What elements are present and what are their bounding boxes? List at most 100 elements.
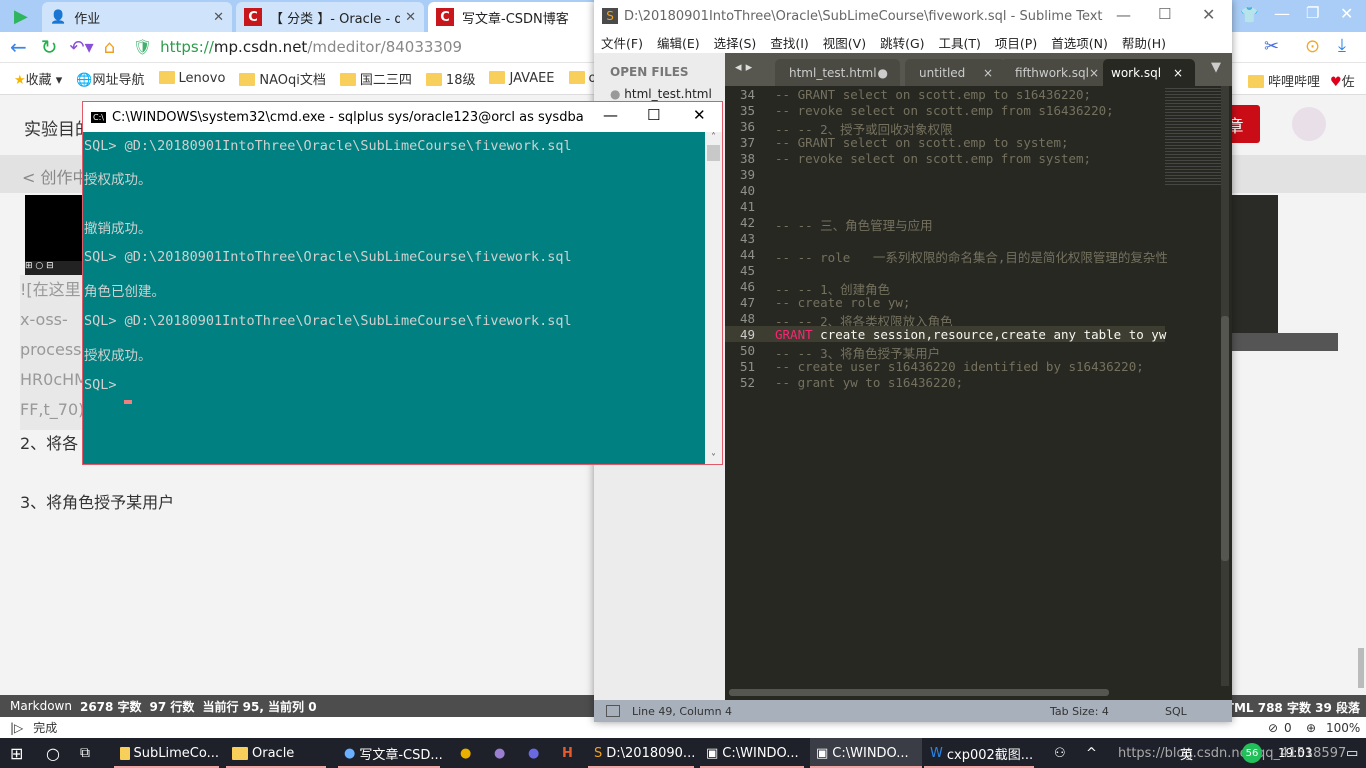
chevron-up-icon[interactable]: ^ — [1080, 738, 1097, 768]
editor-tab[interactable]: html_test.html ● — [775, 59, 900, 86]
menu-item[interactable]: 视图(V) — [823, 33, 866, 52]
menu-item[interactable]: 文件(F) — [601, 33, 643, 52]
taskbar-item[interactable]: SubLimeCo... — [114, 738, 219, 768]
start-button[interactable]: ⊞ — [4, 738, 23, 768]
console-line: SQL> — [84, 377, 125, 393]
sidebar-toggle-icon[interactable]: |▷ — [10, 721, 23, 735]
search-icon[interactable]: ○ — [40, 738, 60, 768]
close-button[interactable]: ✕ — [1202, 5, 1215, 24]
tab-homework[interactable]: 👤 作业 ✕ — [42, 2, 232, 32]
taskbar-item[interactable]: ● 写文章-CSD... — [338, 738, 443, 768]
editor-tab-active[interactable]: work.sql × — [1103, 59, 1195, 86]
bookmark-folder[interactable]: 国二三四 — [339, 69, 412, 88]
adblock-icon[interactable]: ⊘ — [1268, 721, 1278, 735]
tab-oracle[interactable]: C 【 分类 】- Oracle - qq ✕ — [236, 2, 424, 32]
tab-write-article[interactable]: C 写文章-CSDN博客 — [428, 2, 598, 32]
more-icon[interactable]: ⊙ — [1305, 36, 1320, 57]
code-editor[interactable]: 34 -- GRANT select on scott.emp to s16436… — [725, 86, 1232, 700]
menu-item[interactable]: 帮助(H) — [1122, 33, 1166, 52]
vertical-scrollbar[interactable]: ˄ ˅ — [705, 132, 722, 464]
refresh-icon[interactable]: ↻ — [41, 35, 58, 59]
open-file-item[interactable]: ● html_test.html — [610, 87, 712, 101]
chrome-icon[interactable]: ● — [454, 738, 471, 768]
bookmark-bilibili[interactable]: 哔哩哔哩 — [1248, 71, 1320, 90]
panel-toggle-icon[interactable] — [606, 705, 620, 717]
minimize-button[interactable]: — — [603, 106, 618, 124]
tab-size[interactable]: Tab Size: 4 — [1050, 705, 1109, 718]
eclipse-icon[interactable]: ● — [522, 738, 539, 768]
console-line: 角色已创建。 — [84, 284, 165, 300]
notification-icon[interactable]: ▭ — [1340, 738, 1358, 768]
undo-icon[interactable]: ↶▾ — [70, 37, 94, 58]
browser-logo-icon[interactable]: ▶ — [14, 6, 36, 27]
minimap[interactable] — [1165, 86, 1225, 186]
content-line: HR0cHM — [20, 370, 88, 389]
menu-item[interactable]: 项目(P) — [995, 33, 1037, 52]
user-icon: 👤 — [50, 9, 67, 25]
maximize-button[interactable]: ☐ — [1158, 5, 1171, 23]
avatar[interactable] — [1292, 107, 1326, 141]
maximize-button[interactable]: ☐ — [647, 106, 660, 124]
line-number: 52 — [739, 375, 755, 390]
vertical-scrollbar[interactable] — [1221, 86, 1229, 686]
bookmark-nav[interactable]: 🌐网址导航 — [76, 69, 144, 88]
url-field[interactable]: 🛡 https://mp.csdn.net/mdeditor/84033309 — [133, 38, 462, 56]
console-output[interactable]: SQL> @D:\20180901IntoThree\Oracle\SubLim… — [83, 132, 706, 464]
bookmark-folder[interactable]: JAVAEE — [489, 71, 555, 86]
editor-tab[interactable]: fifthwork.sql × — [1001, 59, 1111, 86]
menu-item[interactable]: 选择(S) — [714, 33, 757, 52]
close-icon[interactable]: ✕ — [405, 10, 416, 25]
bookmark-folder[interactable]: NAOqi文档 — [239, 69, 326, 88]
menu-item[interactable]: 工具(T) — [939, 33, 981, 52]
close-icon[interactable]: × — [983, 66, 993, 80]
bookmark-folder[interactable]: Lenovo — [158, 71, 225, 86]
home-icon[interactable]: ⌂ — [104, 37, 115, 58]
taskbar-item[interactable]: Oracle — [226, 738, 326, 768]
close-icon[interactable]: ✕ — [213, 10, 224, 25]
close-window-button[interactable]: ✕ — [1340, 4, 1353, 23]
taskbar-item[interactable]: S D:\2018090... — [588, 738, 695, 768]
task-view-icon[interactable]: ⧉ — [74, 738, 90, 768]
back-icon[interactable]: ← — [10, 35, 27, 59]
editor-tab[interactable]: untitled × — [905, 59, 1005, 86]
close-icon[interactable]: × — [1089, 66, 1099, 80]
menu-item[interactable]: 跳转(G) — [880, 33, 924, 52]
taskbar-item[interactable]: ▣ C:\WINDO... — [810, 738, 922, 768]
hbuilder-icon[interactable]: H — [556, 738, 573, 768]
taskbar-item[interactable]: Wcxp002截图... — [924, 738, 1034, 768]
minimize-button[interactable]: — — [1274, 4, 1290, 23]
menu-item[interactable]: 查找(I) — [770, 33, 808, 52]
preview-scrollbar[interactable] — [1358, 648, 1364, 688]
url-scheme: https:// — [160, 38, 214, 56]
close-icon[interactable]: × — [1173, 66, 1183, 80]
console-line: 授权成功。 — [84, 348, 152, 364]
bookmark-folder[interactable]: 18级 — [425, 69, 475, 88]
close-button[interactable]: ✕ — [693, 106, 706, 124]
eclipse-icon[interactable]: ● — [488, 738, 505, 768]
syntax-selector[interactable]: SQL — [1165, 705, 1187, 718]
bookmark-favorites[interactable]: ★收藏 ▾ — [14, 69, 62, 88]
ime-indicator[interactable]: 英 — [1174, 738, 1193, 768]
tab-label: 写文章-CSDN博客 — [462, 11, 569, 27]
cmd-window: C:\ C:\WINDOWS\system32\cmd.exe - sqlplu… — [82, 101, 723, 465]
download-icon[interactable]: ⤓ — [1338, 35, 1346, 56]
horizontal-scrollbar[interactable] — [729, 689, 1109, 696]
clock[interactable]: 19:03 — [1272, 738, 1313, 768]
menu-item[interactable]: 首选项(N) — [1051, 33, 1108, 52]
menu-item[interactable]: 编辑(E) — [657, 33, 700, 52]
security-badge[interactable]: 56 — [1242, 743, 1262, 763]
scissors-icon[interactable]: ✂ — [1264, 36, 1279, 57]
bookmark-heart[interactable]: ♥佐 — [1330, 71, 1366, 90]
back-to-creation-center-link[interactable]: < 创作中 — [22, 164, 89, 188]
tab-dropdown-icon[interactable]: ▼ — [1211, 60, 1221, 75]
code-line: -- create role yw; — [775, 295, 911, 310]
zoom-icon[interactable]: ⊕ — [1306, 721, 1316, 735]
taskbar-item[interactable]: ▣ C:\WINDO... — [700, 738, 804, 768]
skin-icon[interactable]: 👕 — [1240, 6, 1259, 24]
tab-nav-arrows-icon[interactable]: ◂ ▸ — [735, 60, 752, 75]
people-icon[interactable]: ⚇ — [1048, 738, 1066, 768]
char-count: 2678 字数 — [79, 699, 142, 714]
minimize-button[interactable]: — — [1116, 6, 1131, 24]
restore-button[interactable]: ❐ — [1306, 4, 1319, 22]
csdn-icon: C — [244, 8, 262, 26]
